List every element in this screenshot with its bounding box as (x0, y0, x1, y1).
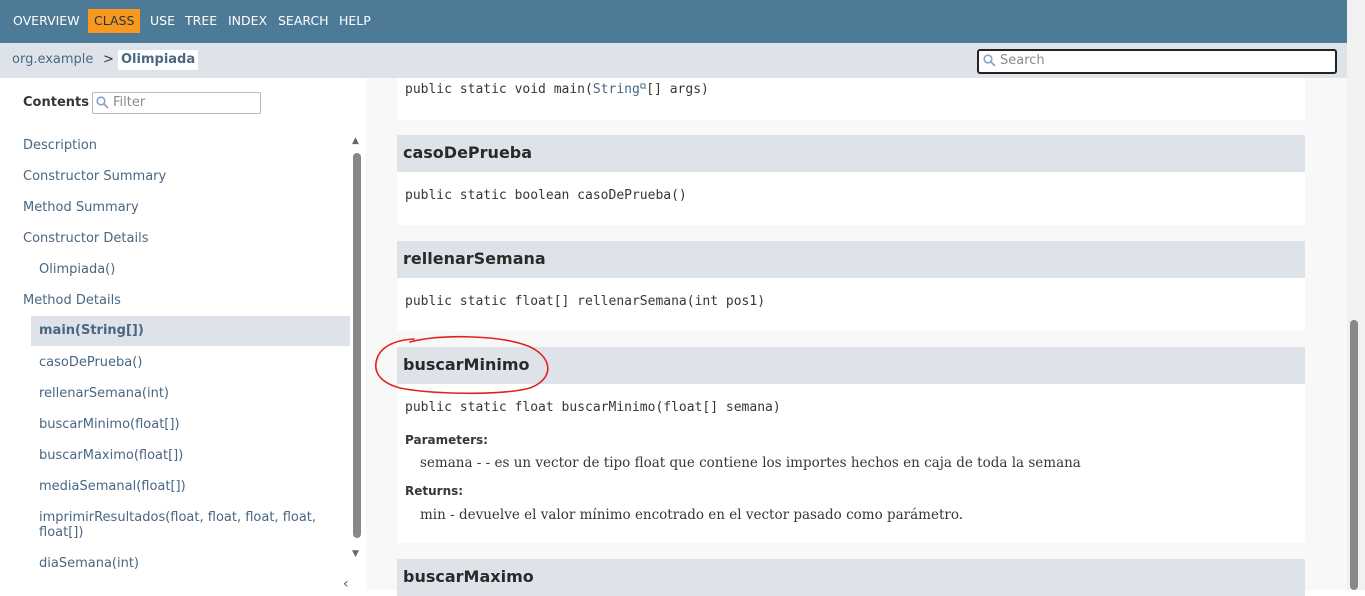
filter-search-icon (96, 96, 109, 109)
toc-item-diasemana[interactable]: diaSemana(int) (39, 556, 139, 571)
search-icon (983, 54, 996, 67)
scroll-up-arrow-icon[interactable]: ▲ (352, 136, 359, 146)
string-type-link[interactable]: String (593, 82, 640, 97)
toc-item-rellenarsemana[interactable]: rellenarSemana(int) (39, 386, 169, 401)
nav-help[interactable]: HELP (333, 9, 377, 33)
toc-item-imprimirresultados-cont[interactable]: float[]) (39, 525, 83, 540)
scroll-down-arrow-icon[interactable]: ▼ (352, 549, 359, 559)
toc-item-mediasemanal[interactable]: mediaSemanal(float[]) (39, 479, 186, 494)
breadcrumb-separator: > (103, 52, 114, 67)
method-signature-rellenarsemana: public static float[] rellenarSemana(int… (405, 294, 766, 309)
method-signature-buscarminimo: public static float buscarMinimo(float[]… (405, 400, 781, 415)
toc-item-method-summary[interactable]: Method Summary (23, 200, 139, 215)
toc-item-buscarmaximo[interactable]: buscarMaximo(float[]) (39, 448, 183, 463)
breadcrumb-current-class[interactable]: Olimpiada (118, 50, 199, 70)
search-input[interactable]: Search (977, 49, 1337, 74)
nav-class[interactable]: CLASS (88, 9, 141, 33)
window-scrollbar[interactable] (1347, 0, 1365, 590)
toc-item-casodeprueba[interactable]: casoDePrueba() (39, 355, 142, 370)
toc-item-constructor-details[interactable]: Constructor Details (23, 231, 148, 246)
breadcrumb-package-link[interactable]: org.example (12, 52, 93, 67)
method-header-rellenarsemana: rellenarSemana (397, 241, 1305, 278)
nav-search[interactable]: SEARCH (272, 9, 335, 33)
toc-item-imprimirresultados[interactable]: imprimirResultados(float, float, float, … (39, 510, 316, 525)
parameters-label: Parameters: (405, 433, 488, 447)
toc-filter-input[interactable]: Filter (92, 92, 261, 114)
nav-use[interactable]: USE (144, 9, 181, 33)
parameter-description: semana - - es un vector de tipo float qu… (420, 455, 1081, 471)
window-scrollbar-thumb[interactable] (1350, 320, 1358, 590)
top-navigation-bar: OVERVIEW CLASS USE TREE INDEX SEARCH HEL… (0, 0, 1347, 43)
method-signature-main: public static void main(String⧉[] args) (405, 82, 709, 97)
returns-label: Returns: (405, 484, 464, 498)
toc-item-constructor-summary[interactable]: Constructor Summary (23, 169, 166, 184)
method-header-buscarmaximo: buscarMaximo (397, 559, 1305, 596)
method-header-casodeprueba: casoDePrueba (397, 135, 1305, 172)
method-signature-casodeprueba: public static boolean casoDePrueba() (405, 188, 687, 203)
toc-item-main[interactable]: main(String[]) (31, 316, 350, 346)
toc-item-buscarminimo[interactable]: buscarMinimo(float[]) (39, 417, 180, 432)
toc-item-olimpiada[interactable]: Olimpiada() (39, 262, 115, 277)
toc-item-method-details[interactable]: Method Details (23, 293, 121, 308)
search-placeholder: Search (1000, 53, 1045, 68)
toc-title: Contents (23, 95, 89, 110)
toc-item-description[interactable]: Description (23, 138, 97, 153)
nav-overview[interactable]: OVERVIEW (7, 9, 86, 33)
red-annotation-circle (375, 335, 549, 395)
returns-description: min - devuelve el valor mínimo encotrado… (420, 507, 964, 523)
filter-placeholder: Filter (113, 95, 146, 110)
toc-scrollbar-thumb[interactable] (353, 153, 361, 538)
nav-tree[interactable]: TREE (179, 9, 223, 33)
toc-scrollbar[interactable]: ▲ ▼ (351, 135, 363, 565)
nav-index[interactable]: INDEX (222, 9, 273, 33)
